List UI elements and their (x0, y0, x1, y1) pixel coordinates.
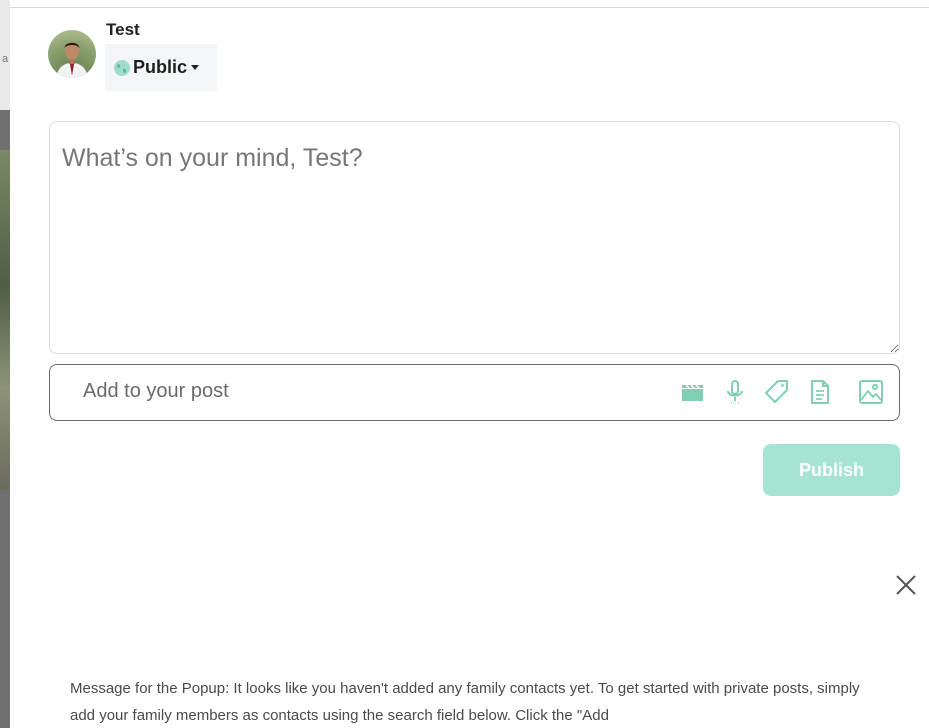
microphone-icon[interactable] (722, 378, 748, 406)
avatar-image (56, 42, 88, 78)
privacy-dropdown[interactable]: Public (105, 44, 217, 91)
document-icon[interactable] (807, 378, 833, 406)
video-icon[interactable] (680, 378, 706, 406)
backdrop-stray-text: a (2, 53, 9, 65)
chevron-down-icon (191, 65, 200, 70)
create-post-modal: Test Public Add to your post (10, 0, 929, 728)
publish-button[interactable]: Publish (763, 444, 900, 496)
modal-top-border (10, 7, 929, 8)
avatar (48, 30, 96, 78)
backdrop-strip: a (0, 0, 10, 728)
add-to-post-label: Add to your post (83, 380, 229, 402)
close-icon[interactable] (893, 572, 919, 598)
popup-message: Message for the Popup: It looks like you… (70, 680, 860, 724)
add-to-post-bar: Add to your post (49, 364, 900, 421)
image-icon[interactable] (858, 378, 884, 406)
globe-icon (114, 59, 130, 76)
privacy-label: Public (133, 57, 188, 77)
post-textarea[interactable] (49, 121, 900, 354)
user-name: Test (106, 20, 140, 39)
backdrop-photo (0, 150, 10, 490)
tag-icon[interactable] (764, 378, 790, 406)
